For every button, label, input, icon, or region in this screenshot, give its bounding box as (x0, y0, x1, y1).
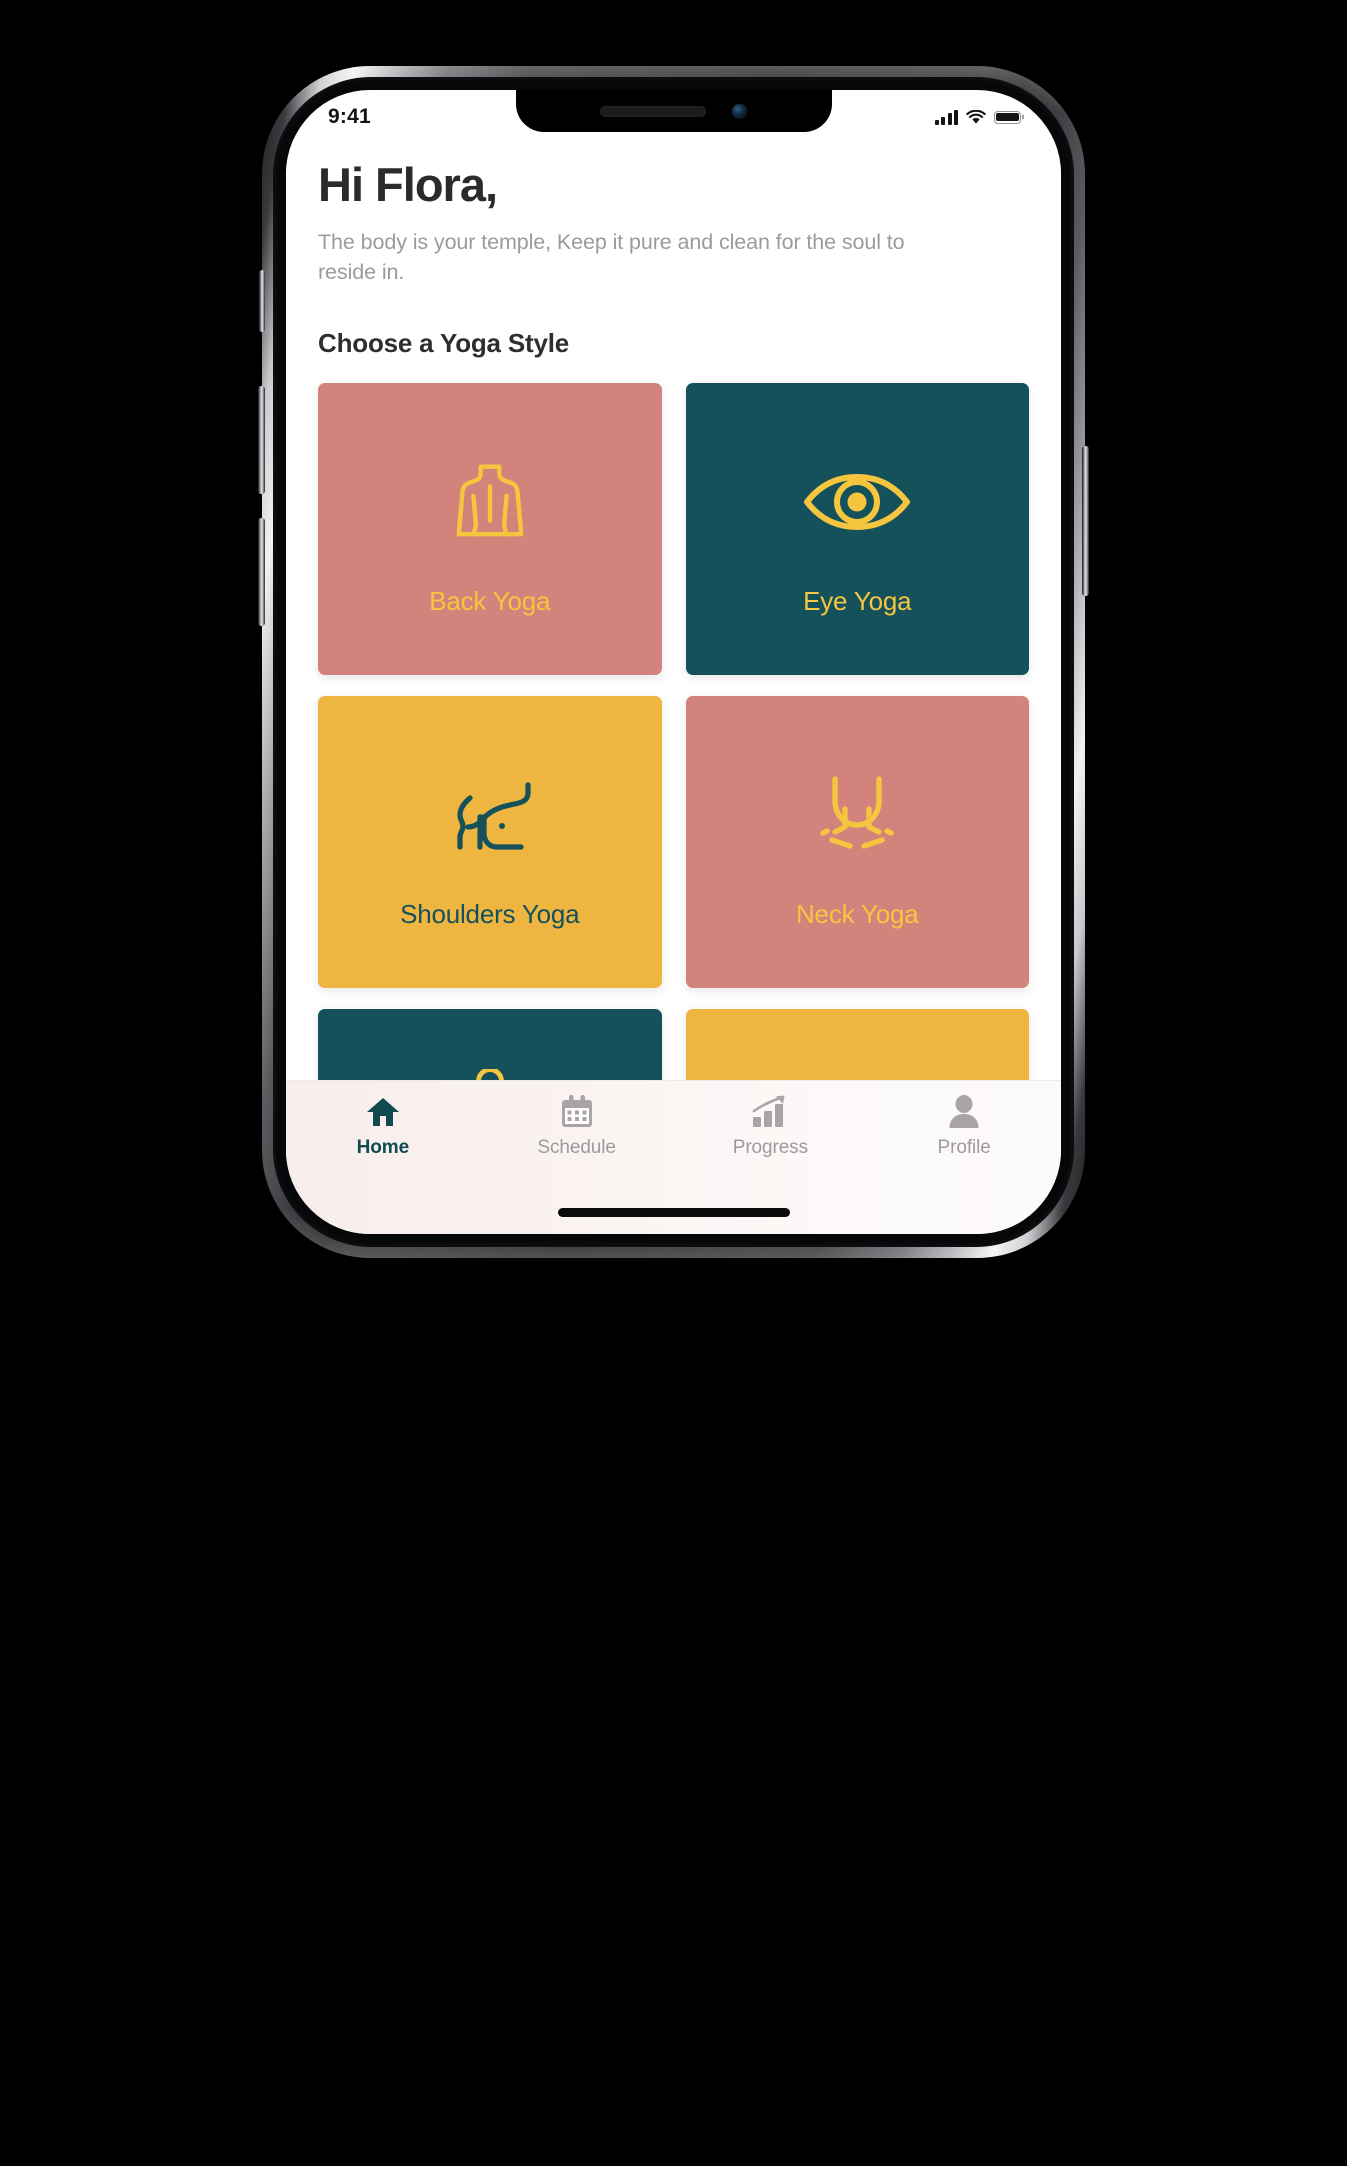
tab-home[interactable]: Home (286, 1093, 480, 1159)
nose-breath-icon (807, 1068, 907, 1080)
neck-icon (807, 755, 907, 875)
tab-label: Home (356, 1137, 410, 1158)
yoga-card-label: Eye Yoga (803, 585, 912, 616)
volume-down-button[interactable] (258, 518, 265, 626)
tab-label: Schedule (537, 1137, 616, 1158)
page-title: Hi Flora, (318, 158, 498, 211)
home-icon (366, 1093, 400, 1129)
yoga-card-shoulders-yoga[interactable]: Shoulders Yoga (318, 696, 662, 989)
eye-icon (802, 442, 912, 562)
silent-switch-button[interactable] (259, 270, 265, 332)
cellular-signal-icon (934, 109, 958, 125)
yoga-card-neck-yoga[interactable]: Neck Yoga (685, 696, 1029, 989)
home-indicator-zone (286, 1190, 1061, 1234)
yoga-card-eye-yoga[interactable]: Eye Yoga (685, 383, 1029, 676)
volume-up-button[interactable] (258, 386, 265, 494)
back-torso-icon (438, 442, 542, 562)
status-time: 9:41 (328, 105, 371, 128)
yoga-card-breathing-yoga[interactable]: Breathing Yoga (685, 1009, 1029, 1080)
calendar-icon (561, 1093, 593, 1129)
tab-label: Progress (732, 1137, 808, 1158)
wifi-icon (966, 109, 986, 124)
yoga-card-label: Shoulders Yoga (400, 898, 580, 929)
home-indicator[interactable] (557, 1207, 790, 1217)
shoulder-icon (440, 755, 540, 875)
yoga-card-full-body-yoga[interactable]: Full Body Yoga (318, 1009, 662, 1080)
power-button[interactable] (1082, 446, 1089, 596)
yoga-card-label: Back Yoga (429, 585, 551, 616)
earpiece-speaker-icon (600, 105, 706, 117)
tab-progress[interactable]: Progress (674, 1093, 868, 1159)
phone-device: 9:41 Hi Flora, The body is your temple, … (258, 66, 1089, 1258)
yoga-style-grid: Back Yoga Eye Yoga Shoulders Yoga Neck Y… (318, 383, 1029, 1080)
phone-screen: 9:41 Hi Flora, The body is your temple, … (286, 90, 1061, 1234)
front-camera-icon (732, 103, 747, 119)
full-body-icon (447, 1068, 533, 1080)
bottom-tab-bar: Home Schedule Progress Profile (286, 1080, 1061, 1190)
tab-label: Profile (937, 1137, 991, 1158)
person-icon (948, 1093, 980, 1129)
yoga-card-label: Neck Yoga (795, 898, 919, 929)
battery-full-icon (994, 110, 1021, 124)
chart-up-icon (752, 1093, 788, 1129)
section-heading: Choose a Yoga Style (318, 328, 569, 359)
greeting-subtitle: The body is your temple, Keep it pure an… (318, 229, 905, 285)
notch (515, 90, 832, 132)
app-root: Hi Flora, The body is your temple, Keep … (286, 138, 1061, 1234)
tab-profile[interactable]: Profile (867, 1093, 1061, 1159)
status-icons (934, 104, 1021, 125)
tab-schedule[interactable]: Schedule (480, 1093, 674, 1159)
main-content: Hi Flora, The body is your temple, Keep … (286, 138, 1061, 1080)
yoga-card-back-yoga[interactable]: Back Yoga (318, 383, 662, 676)
